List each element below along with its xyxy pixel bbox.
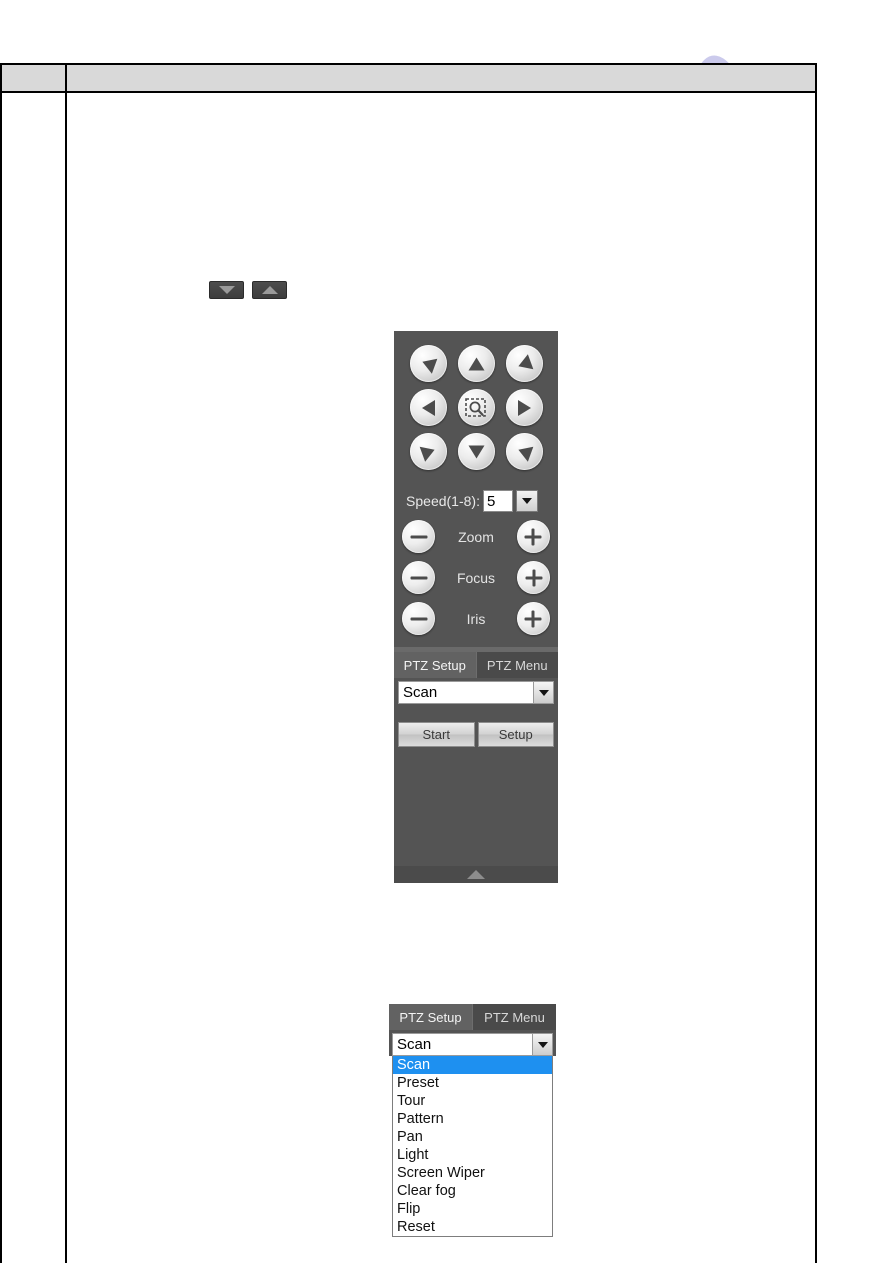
- ptz-function-select-wrap: Scan: [394, 678, 558, 704]
- focus-control-row: Focus: [402, 561, 550, 594]
- region-zoom-icon: [465, 397, 486, 417]
- page-root: manualshive.com: [0, 0, 893, 1263]
- ptz-speed-row: Speed(1-8): 5: [394, 490, 558, 512]
- focus-plus-button[interactable]: [517, 561, 550, 594]
- mini-toolbar: [209, 281, 287, 299]
- iris-label: Iris: [466, 610, 486, 627]
- dpad-zoom-region-button[interactable]: [457, 389, 495, 426]
- focus-minus-button[interactable]: [402, 561, 435, 594]
- iris-minus-button[interactable]: [402, 602, 435, 635]
- arrow-down-icon: [468, 445, 484, 458]
- option-clear-fog[interactable]: Clear fog: [393, 1182, 552, 1200]
- plus-icon-vertical: [531, 528, 535, 545]
- ptz-lens-controls: Zoom Focus Iris: [394, 518, 558, 643]
- table-header-cell-1: [2, 65, 67, 91]
- zoom-control-row: Zoom: [402, 520, 550, 553]
- table-header-row: [2, 65, 815, 93]
- table-header-cell-2: [67, 65, 815, 91]
- option-screen-wiper[interactable]: Screen Wiper: [393, 1164, 552, 1182]
- option-reset[interactable]: Reset: [393, 1218, 552, 1236]
- table-body-cell-1: [2, 93, 67, 1263]
- dpad-row-top: [404, 345, 548, 382]
- speed-value[interactable]: 5: [482, 490, 513, 512]
- ptz-function-select-arrow[interactable]: [533, 682, 553, 703]
- ptz-tab-bar-2: PTZ Setup PTZ Menu: [389, 1004, 556, 1030]
- panel-empty-area: [394, 747, 558, 866]
- dpad-up-left-button[interactable]: [409, 345, 447, 382]
- dpad-down-right-button[interactable]: [505, 433, 543, 470]
- arrow-up-icon: [468, 357, 484, 370]
- plus-icon-vertical: [531, 610, 535, 627]
- panel-collapse-bar[interactable]: [394, 866, 558, 883]
- ptz-function-select-value: Scan: [403, 684, 438, 701]
- dpad-up-button[interactable]: [457, 345, 495, 382]
- tab-ptz-setup[interactable]: PTZ Setup: [394, 652, 476, 678]
- ptz-function-select[interactable]: Scan: [398, 681, 554, 704]
- plus-icon-vertical: [532, 569, 535, 586]
- start-button[interactable]: Start: [398, 722, 475, 747]
- ptz-function-select-2[interactable]: Scan: [392, 1033, 553, 1056]
- ptz-function-option-list: Scan Preset Tour Pattern Pan Light Scree…: [392, 1056, 553, 1237]
- dpad-up-right-button[interactable]: [505, 345, 543, 382]
- option-pan[interactable]: Pan: [393, 1128, 552, 1146]
- ptz-function-select-value-2: Scan: [397, 1036, 432, 1053]
- dpad-right-button[interactable]: [505, 389, 543, 426]
- ptz-control-panel: Speed(1-8): 5 Zoom Focus Iris PTZ Setup …: [394, 331, 558, 883]
- dpad-down-left-button[interactable]: [409, 433, 447, 470]
- zoom-minus-button[interactable]: [402, 520, 435, 553]
- iris-plus-button[interactable]: [516, 602, 550, 635]
- ptz-direction-pad: [394, 331, 558, 481]
- dpad-left-button[interactable]: [409, 389, 447, 426]
- minus-icon: [410, 617, 427, 620]
- dpad-row-bottom: [404, 433, 548, 470]
- ptz-dropdown-open-widget: PTZ Setup PTZ Menu Scan Scan Preset Tour…: [389, 1004, 556, 1237]
- tab-ptz-menu[interactable]: PTZ Menu: [475, 652, 558, 678]
- arrow-left-icon: [421, 399, 435, 416]
- chevron-down-icon: [521, 498, 532, 504]
- arrow-right-icon: [517, 399, 531, 416]
- ptz-function-select-wrap-2: Scan: [389, 1030, 556, 1056]
- option-light[interactable]: Light: [393, 1146, 552, 1164]
- option-scan[interactable]: Scan: [393, 1056, 552, 1074]
- collapse-up-icon: [467, 870, 485, 879]
- option-tour[interactable]: Tour: [393, 1092, 552, 1110]
- focus-label: Focus: [456, 569, 496, 586]
- iris-control-row: Iris: [402, 602, 550, 635]
- option-flip[interactable]: Flip: [393, 1200, 552, 1218]
- speed-dropdown-button[interactable]: [515, 490, 538, 512]
- triangle-down-icon: [218, 286, 235, 294]
- arrow-up-left-icon: [419, 353, 437, 374]
- zoom-plus-button[interactable]: [516, 520, 550, 553]
- chevron-down-icon: [537, 1041, 548, 1048]
- tab-ptz-setup-2[interactable]: PTZ Setup: [389, 1004, 472, 1030]
- zoom-label: Zoom: [458, 528, 494, 545]
- arrow-up-right-icon: [515, 353, 533, 374]
- arrow-down-right-icon: [515, 441, 533, 462]
- dpad-row-middle: [404, 389, 548, 426]
- triangle-up-icon: [261, 286, 278, 294]
- option-pattern[interactable]: Pattern: [393, 1110, 552, 1128]
- minus-icon: [410, 576, 427, 579]
- dpad-down-button[interactable]: [457, 433, 495, 470]
- minus-icon: [410, 535, 427, 538]
- option-preset[interactable]: Preset: [393, 1074, 552, 1092]
- arrow-down-left-icon: [419, 441, 437, 462]
- ptz-function-select-arrow-2[interactable]: [532, 1034, 552, 1055]
- expand-up-button[interactable]: [252, 281, 287, 299]
- setup-button[interactable]: Setup: [477, 722, 554, 747]
- speed-label: Speed(1-8):: [406, 493, 480, 509]
- ptz-action-buttons: Start Setup: [394, 704, 558, 747]
- ptz-tab-bar: PTZ Setup PTZ Menu: [394, 652, 558, 678]
- tab-ptz-menu-2[interactable]: PTZ Menu: [472, 1004, 556, 1030]
- chevron-down-icon: [538, 689, 549, 696]
- collapse-down-button[interactable]: [209, 281, 244, 299]
